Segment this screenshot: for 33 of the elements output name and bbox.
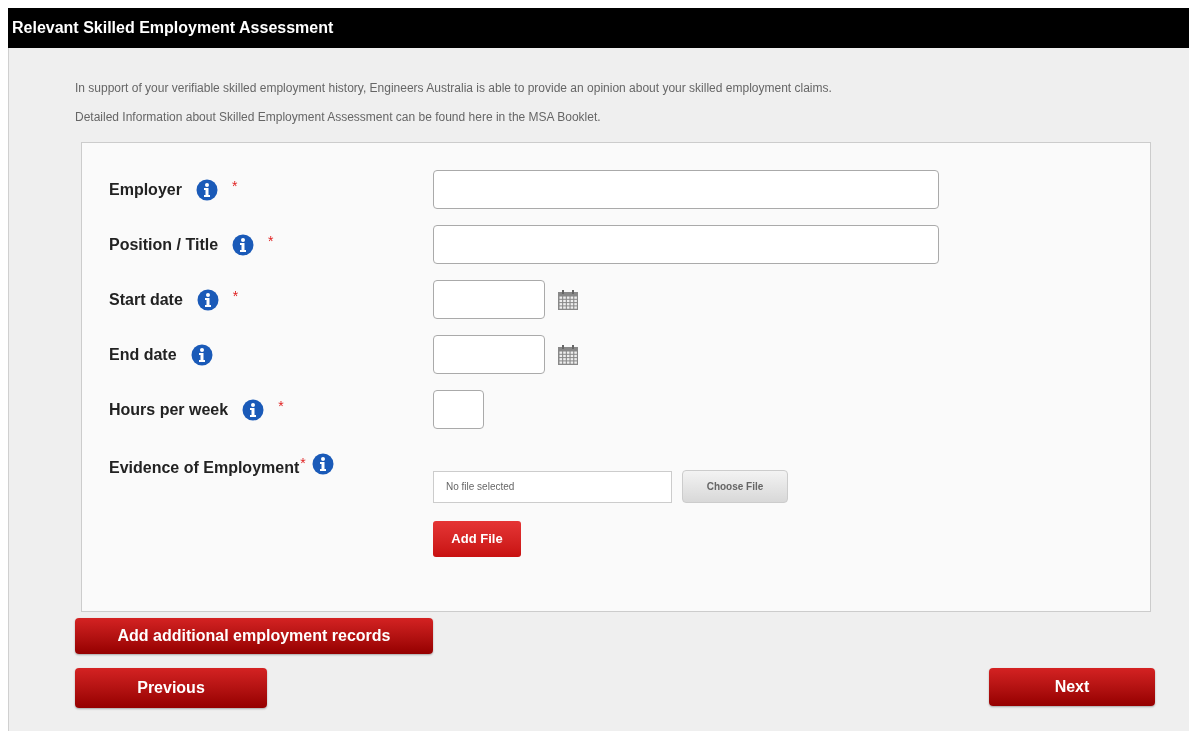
required-asterisk: * bbox=[278, 397, 284, 416]
intro-text: In support of your verifiable skilled employment history, Engineers Australia is able to provide an opinion about your skilled employment claims. bbox=[75, 80, 833, 97]
text-field[interactable] bbox=[433, 170, 939, 209]
field-label: Start date bbox=[109, 289, 183, 310]
info-icon[interactable] bbox=[311, 453, 334, 475]
required-asterisk: * bbox=[232, 287, 239, 306]
file-name-field[interactable]: No file selected bbox=[433, 470, 672, 503]
field-label: Evidence of Employment bbox=[109, 458, 300, 478]
intro-text: Detailed Information about Skilled Employment Assessment can be found here in the MSA Booklet. bbox=[75, 109, 602, 126]
info-icon[interactable] bbox=[196, 288, 219, 311]
calendar-icon[interactable] bbox=[557, 288, 579, 311]
info-icon[interactable] bbox=[195, 178, 218, 201]
field-label: Position / Title bbox=[109, 234, 219, 255]
header-title: Relevant Skilled Employment Assessment bbox=[12, 18, 334, 38]
date-field[interactable] bbox=[433, 280, 545, 319]
hours-field[interactable] bbox=[433, 390, 484, 429]
add-file-button[interactable]: Add File bbox=[433, 521, 521, 557]
info-icon[interactable] bbox=[242, 398, 265, 421]
field-label: End date bbox=[109, 344, 177, 365]
choose-file-button[interactable]: Choose File bbox=[682, 470, 788, 503]
required-asterisk: * bbox=[231, 177, 238, 196]
field-label: Hours per week bbox=[109, 399, 229, 420]
calendar-icon[interactable] bbox=[557, 343, 579, 366]
previous-button[interactable]: Previous bbox=[75, 668, 267, 708]
next-button[interactable]: Next bbox=[989, 668, 1155, 706]
field-label: Employer bbox=[109, 179, 182, 200]
date-field[interactable] bbox=[433, 335, 545, 374]
required-asterisk: * bbox=[300, 454, 306, 473]
required-asterisk: * bbox=[268, 232, 274, 251]
text-field[interactable] bbox=[433, 225, 939, 264]
add-records-button[interactable]: Add additional employment records bbox=[75, 618, 433, 654]
info-icon[interactable] bbox=[190, 343, 213, 366]
info-icon[interactable] bbox=[232, 233, 255, 256]
